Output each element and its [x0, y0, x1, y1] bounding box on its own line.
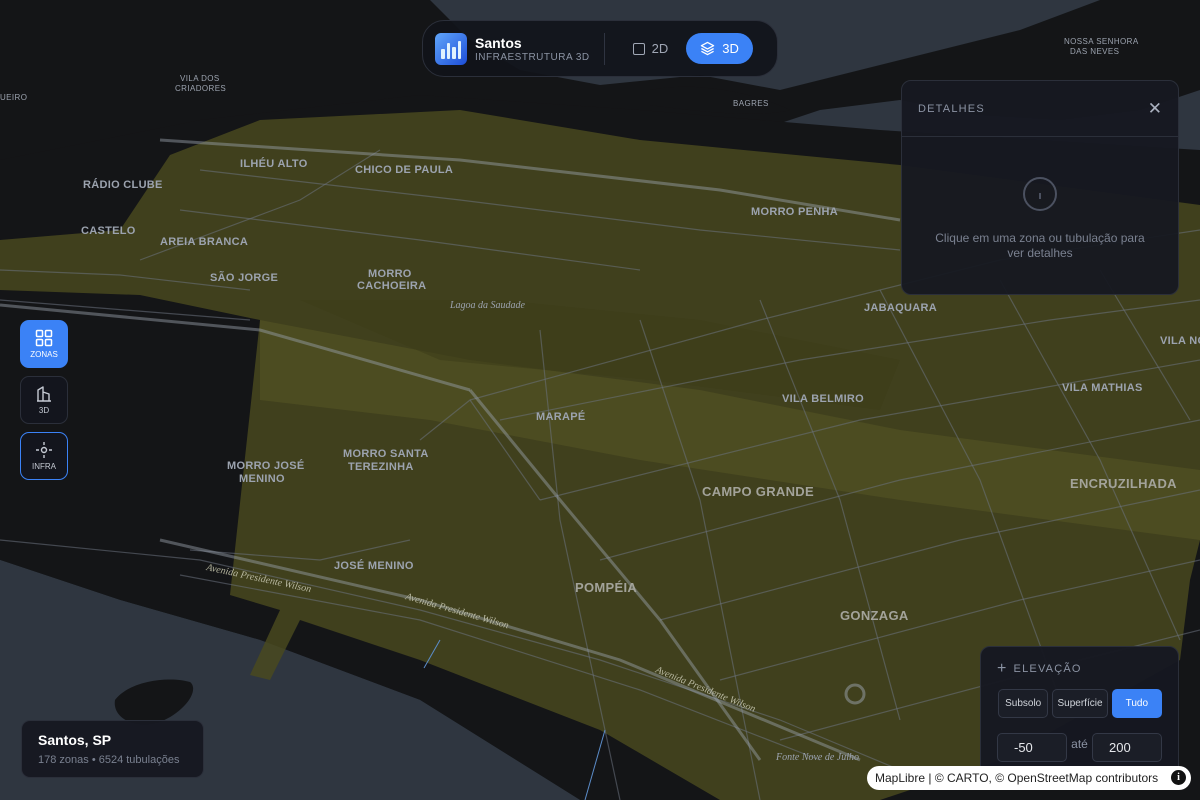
attribution-text[interactable]: MapLibre | © CARTO, © OpenStreetMap cont…	[875, 771, 1158, 785]
city-stats: 178 zonas • 6524 tubulações	[38, 754, 180, 766]
elevation-options: Subsolo Superfície Tudo	[998, 689, 1163, 718]
label-campo-grande: CAMPO GRANDE	[702, 484, 814, 499]
layers-icon	[701, 41, 715, 56]
infra-button[interactable]: INFRA	[20, 432, 68, 480]
label-jose-menino: JOSÉ MENINO	[334, 559, 414, 572]
mode-3d-label: 3D	[722, 41, 739, 56]
label-marape: MARAPÉ	[536, 410, 585, 423]
label-jabaquara: JABAQUARA	[864, 302, 937, 314]
label-ueiro: UEIRO	[0, 93, 27, 102]
label-terezinha: TEREZINHA	[348, 461, 414, 473]
mode-2d-button[interactable]: 2D	[619, 33, 683, 64]
label-vila-dos-criadores-2: CRIADORES	[175, 84, 226, 93]
label-gonzaga: GONZAGA	[840, 608, 909, 623]
label-ilheu-alto: ILHÉU ALTO	[240, 157, 308, 170]
label-radio-clube: RÁDIO CLUBE	[83, 178, 163, 191]
elevation-min-input[interactable]	[997, 733, 1067, 762]
details-title: DETALHES	[918, 102, 985, 115]
details-body: Clique em uma zona ou tubulação para ver…	[902, 137, 1178, 261]
label-nossa-senhora: NOSSA SENHORA	[1064, 37, 1139, 46]
zones-button[interactable]: ZONAS	[20, 320, 68, 368]
mode-2d-label: 2D	[651, 41, 669, 56]
label-vila-belmiro: VILA BELMIRO	[782, 393, 864, 405]
map-attribution: MapLibre | © CARTO, © OpenStreetMap cont…	[867, 766, 1191, 790]
label-lagoa-saudade: Lagoa da Saudade	[449, 300, 526, 311]
top-bar: Santos INFRAESTRUTURA 3D 2D 3D	[422, 20, 778, 77]
grid-icon	[35, 329, 53, 347]
elevation-tudo-button[interactable]: Tudo	[1111, 689, 1163, 718]
app-title: Santos	[475, 34, 522, 51]
label-morro-penha: MORRO PENHA	[751, 206, 838, 218]
city-icon	[435, 32, 467, 65]
label-chico-de-paula: CHICO DE PAULA	[355, 164, 453, 176]
elevation-superficie-button[interactable]: Superfície	[1052, 689, 1108, 718]
elevation-subsolo-button[interactable]: Subsolo	[998, 689, 1049, 718]
label-vila-dos-criadores: VILA DOS	[180, 74, 220, 83]
crosshair-icon	[36, 442, 52, 458]
buildings-3d-button[interactable]: 3D	[20, 376, 68, 424]
square-icon	[632, 42, 645, 55]
label-encruzilhada: ENCRUZILHADA	[1070, 476, 1177, 491]
label-bagres: BAGRES	[733, 99, 769, 108]
label-morro-santa: MORRO SANTA	[343, 448, 429, 460]
details-hint: Clique em uma zona ou tubulação para ver…	[935, 231, 1145, 260]
city-summary-card: Santos, SP 178 zonas • 6524 tubulações	[21, 720, 204, 778]
app-subtitle: INFRAESTRUTURA 3D	[475, 51, 590, 63]
infra-label: INFRA	[32, 462, 56, 471]
divider	[603, 32, 605, 65]
elevation-max-input[interactable]	[1092, 733, 1162, 762]
label-pompeia: POMPÉIA	[575, 580, 637, 595]
close-icon[interactable]: ✕	[1148, 100, 1162, 117]
mode-3d-button[interactable]: 3D	[686, 33, 753, 64]
city-name: Santos, SP	[38, 732, 112, 748]
elevation-range: até	[997, 733, 1162, 762]
label-das-neves: DAS NEVES	[1070, 47, 1119, 56]
elevation-panel: + ELEVAÇÃO Subsolo Superfície Tudo até	[980, 646, 1179, 778]
label-fonte-nove-julho: Fonte Nove de Julho	[775, 752, 859, 763]
building-icon	[37, 386, 51, 402]
label-morro-cachoeira: MORRO	[368, 268, 412, 280]
label-sao-jorge: SÃO JORGE	[210, 271, 278, 284]
plus-icon: +	[997, 660, 1008, 677]
details-panel: DETALHES ✕ Clique em uma zona ou tubulaç…	[901, 80, 1179, 295]
elevation-title: ELEVAÇÃO	[1013, 663, 1082, 675]
info-icon[interactable]: i	[1171, 770, 1186, 785]
info-icon	[1023, 177, 1057, 211]
title-block: Santos INFRAESTRUTURA 3D	[475, 35, 590, 63]
label-areia-branca: AREIA BRANCA	[160, 236, 248, 248]
buildings-3d-label: 3D	[38, 406, 50, 415]
label-castelo: CASTELO	[81, 225, 136, 237]
label-morro-jose-menino: MORRO JOSÉ	[227, 459, 305, 472]
elevation-header: + ELEVAÇÃO	[997, 661, 1162, 677]
zones-label: ZONAS	[30, 350, 58, 359]
label-vila-nova: VILA NO	[1160, 335, 1200, 347]
label-cachoeira: CACHOEIRA	[357, 280, 426, 292]
elevation-between-label: até	[1071, 736, 1088, 751]
details-header: DETALHES ✕	[902, 81, 1178, 137]
label-vila-mathias: VILA MATHIAS	[1062, 382, 1143, 394]
label-menino: MENINO	[239, 473, 285, 485]
